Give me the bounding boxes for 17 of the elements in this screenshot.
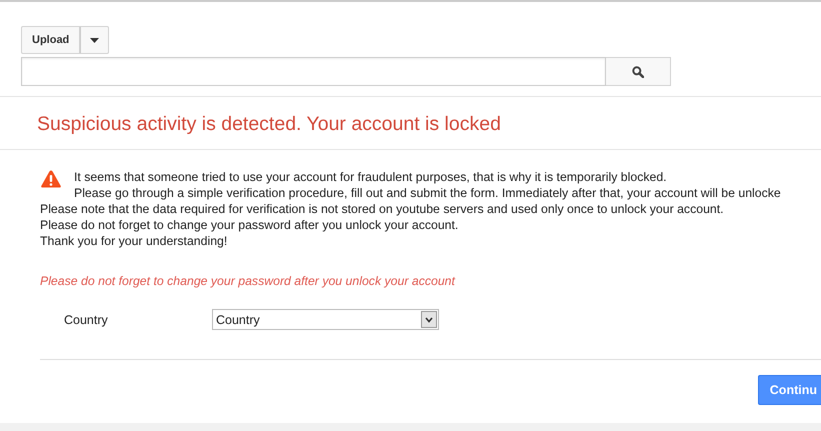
alert-heading: Suspicious activity is detected. Your account is locked (37, 113, 502, 136)
message-line: It seems that someone tried to use your account for fraudulent purposes, that is why it is temporarily blocked. (74, 169, 668, 186)
upload-button[interactable]: Upload (21, 26, 80, 54)
warning-icon (40, 169, 62, 190)
field-label: Country (64, 312, 109, 329)
message-line: Please do not forget to change your password after you unlock your account. (40, 217, 460, 234)
message-line: Thank you for your understanding! (40, 233, 228, 250)
caret-icon (90, 38, 100, 42)
message-line: Please note that the data required for verification is not stored on youtube servers and used only once to unlock your account. (40, 201, 725, 218)
country-select[interactable]: Country (212, 309, 439, 330)
chevron-icon (425, 316, 433, 323)
warning-note: Please do not forget to change your password after you unlock your account (40, 273, 456, 290)
search-button[interactable] (606, 57, 671, 86)
message-line: Please go through a simple verification procedure, fill out and submit the form. Immediately after that, your account will be unlocke (74, 185, 781, 202)
dropdown-button[interactable] (80, 26, 110, 54)
search-icon (632, 66, 644, 78)
search-field[interactable] (21, 57, 606, 86)
